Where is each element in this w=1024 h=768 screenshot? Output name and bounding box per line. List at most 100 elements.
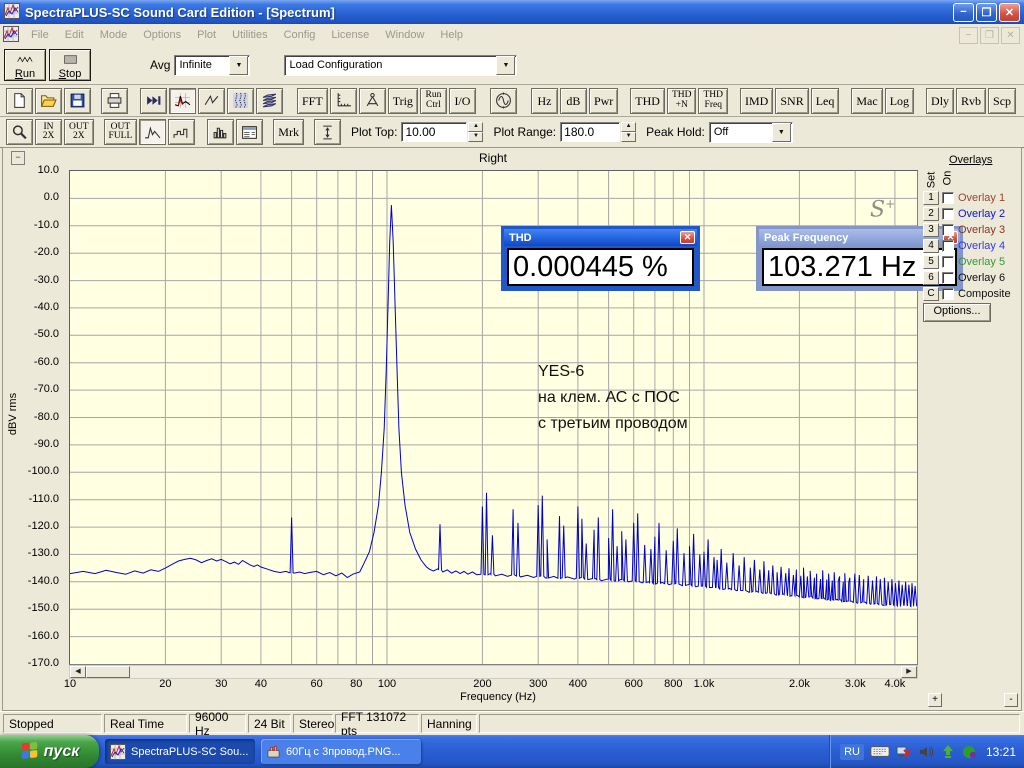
- spinner-up-icon[interactable]: ▲: [621, 122, 637, 132]
- chevron-down-icon[interactable]: ▼: [771, 122, 791, 142]
- spinner-down-icon[interactable]: ▼: [468, 132, 484, 142]
- scrollbar-thumb[interactable]: [86, 666, 130, 678]
- chevron-down-icon[interactable]: ▼: [229, 55, 249, 75]
- overlay-on-checkbox-4[interactable]: [942, 240, 954, 252]
- child-minimize-button[interactable]: −: [959, 26, 978, 44]
- menu-item-plot[interactable]: Plot: [189, 26, 224, 44]
- menu-item-config[interactable]: Config: [276, 26, 324, 44]
- surface-view-button[interactable]: [256, 87, 283, 114]
- save-button[interactable]: [64, 87, 91, 114]
- menu-item-window[interactable]: Window: [377, 26, 432, 44]
- overlay-on-checkbox-3[interactable]: [942, 224, 954, 236]
- calibration-button[interactable]: [358, 87, 386, 114]
- plot-range-spinner[interactable]: ▲ ▼: [621, 122, 637, 142]
- mac-button[interactable]: Mac: [851, 87, 883, 114]
- overlay-on-checkbox-1[interactable]: [942, 192, 954, 204]
- run-control-button[interactable]: Run Ctrl: [419, 87, 447, 114]
- step-plot-button[interactable]: [168, 119, 196, 145]
- menu-item-file[interactable]: File: [23, 26, 57, 44]
- display-options-button[interactable]: [236, 119, 264, 145]
- menu-item-edit[interactable]: Edit: [57, 26, 92, 44]
- menu-item-license[interactable]: License: [323, 26, 377, 44]
- print-button[interactable]: [101, 87, 128, 114]
- scaling-button[interactable]: [329, 87, 357, 114]
- zoom-button[interactable]: [6, 119, 33, 145]
- spectrum-plot[interactable]: S+ YES-6 на клем. АС с ПОС с третьим про…: [69, 170, 963, 665]
- plot-range-input[interactable]: [560, 122, 621, 142]
- leq-button[interactable]: Leq: [810, 87, 840, 114]
- minimize-button[interactable]: −: [953, 2, 974, 22]
- restore-button[interactable]: ❐: [976, 2, 997, 22]
- fft-settings-button[interactable]: FFT: [297, 87, 328, 114]
- post-process-button[interactable]: [140, 87, 167, 114]
- run-button[interactable]: Run: [4, 49, 46, 81]
- pwr-units-button[interactable]: Pwr: [588, 87, 619, 114]
- spinner-down-icon[interactable]: ▼: [621, 132, 637, 142]
- overlay-set-button-1[interactable]: 1: [923, 191, 939, 205]
- rvb-button[interactable]: Rvb: [956, 87, 987, 114]
- plot-scrollbar[interactable]: ◀ ▶: [69, 665, 918, 679]
- stop-button[interactable]: Stop: [49, 49, 91, 81]
- overlay-on-checkbox-5[interactable]: [942, 256, 954, 268]
- thd-window[interactable]: THD ✕ 0.000445 %: [501, 226, 700, 291]
- overlay-set-button-5[interactable]: 5: [923, 255, 939, 269]
- overlay-set-button-6[interactable]: 6: [923, 271, 939, 285]
- db-units-button[interactable]: dB: [559, 87, 587, 114]
- signal-generator-button[interactable]: [489, 87, 517, 114]
- overlay-set-button-3[interactable]: 3: [923, 223, 939, 237]
- network-error-icon[interactable]: [896, 744, 912, 760]
- open-file-button[interactable]: [35, 87, 62, 114]
- chevron-down-icon[interactable]: ▼: [496, 55, 516, 75]
- child-close-button[interactable]: ✕: [1001, 26, 1020, 44]
- spinner-up-icon[interactable]: ▲: [468, 122, 484, 132]
- volume-icon[interactable]: [918, 744, 934, 760]
- overlay-on-checkbox-c[interactable]: [942, 288, 954, 300]
- thd-n-button[interactable]: THD +N: [666, 87, 697, 114]
- dly-button[interactable]: Dly: [926, 87, 955, 114]
- zoom-in-2x-button[interactable]: IN 2X: [35, 119, 62, 145]
- taskbar-task-2[interactable]: 60Гц с 3провод.PNG...: [261, 739, 421, 764]
- imd-button[interactable]: IMD: [740, 87, 774, 114]
- collapse-marker[interactable]: −: [11, 151, 25, 165]
- keyboard-icon[interactable]: [870, 745, 890, 758]
- thd-window-titlebar[interactable]: THD ✕: [504, 229, 697, 246]
- close-button[interactable]: ✕: [999, 2, 1020, 22]
- scroll-right-icon[interactable]: ▶: [901, 666, 917, 678]
- amplitude-range-button[interactable]: [313, 119, 341, 145]
- child-restore-button[interactable]: ❐: [980, 26, 999, 44]
- scroll-left-icon[interactable]: ◀: [70, 666, 86, 678]
- time-series-view-button[interactable]: [198, 87, 225, 114]
- start-button[interactable]: пуск: [0, 735, 99, 768]
- thd-button[interactable]: THD: [630, 87, 665, 114]
- hz-units-button[interactable]: Hz: [530, 87, 558, 114]
- overlay-set-button-4[interactable]: 4: [923, 239, 939, 253]
- load-configuration-select[interactable]: Load Configuration ▼: [284, 54, 518, 76]
- close-icon[interactable]: ✕: [680, 231, 695, 244]
- taskbar-task-1[interactable]: SpectraPLUS-SC Sou...: [105, 739, 255, 764]
- update-icon[interactable]: [940, 744, 956, 760]
- trigger-button[interactable]: Trig: [387, 87, 418, 114]
- scp-button[interactable]: Scp: [988, 87, 1017, 114]
- spectrogram-view-button[interactable]: [227, 87, 254, 114]
- menu-item-options[interactable]: Options: [135, 26, 189, 44]
- snr-button[interactable]: SNR: [775, 87, 809, 114]
- overlay-set-button-c[interactable]: C: [923, 287, 939, 301]
- overlay-set-button-2[interactable]: 2: [923, 207, 939, 221]
- menu-item-mode[interactable]: Mode: [92, 26, 136, 44]
- thd-freq-button[interactable]: THD Freq: [698, 87, 729, 114]
- overlay-options-button[interactable]: Options...: [923, 303, 991, 322]
- new-file-button[interactable]: [6, 87, 33, 114]
- expand-button[interactable]: +: [928, 693, 942, 707]
- line-plot-button[interactable]: [139, 119, 167, 145]
- zoom-out-full-button[interactable]: OUT FULL: [103, 119, 138, 145]
- avg-select[interactable]: Infinite ▼: [174, 54, 251, 76]
- marker-button[interactable]: Mrk: [273, 119, 304, 145]
- plot-top-spinner[interactable]: ▲ ▼: [468, 122, 484, 142]
- menu-item-help[interactable]: Help: [432, 26, 471, 44]
- bar-plot-button[interactable]: [207, 119, 235, 145]
- io-device-button[interactable]: I/O: [448, 87, 476, 114]
- collapse-button[interactable]: -: [1004, 693, 1018, 707]
- overlay-on-checkbox-6[interactable]: [942, 272, 954, 284]
- log-button[interactable]: Log: [884, 87, 915, 114]
- overlay-on-checkbox-2[interactable]: [942, 208, 954, 220]
